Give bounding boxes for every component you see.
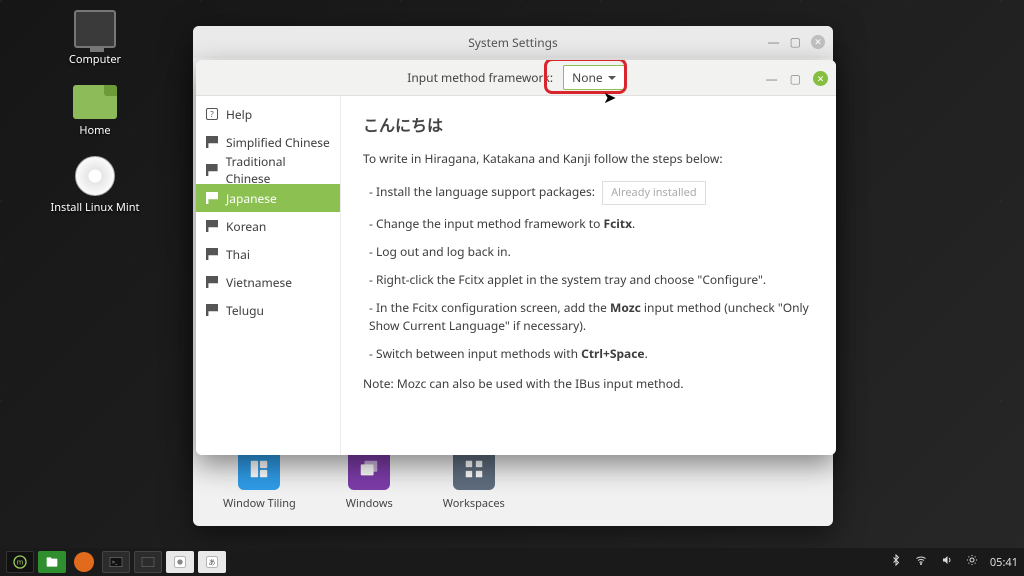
- window-titlebar[interactable]: System Settings — ▢ ✕: [193, 26, 833, 58]
- desktop-icon-home[interactable]: Home: [20, 85, 170, 138]
- folder-icon: [73, 85, 117, 119]
- flag-icon: [206, 276, 218, 288]
- volume-icon[interactable]: [940, 554, 954, 570]
- sidebar-item-thai[interactable]: Thai: [196, 240, 340, 268]
- close-button[interactable]: ✕: [813, 71, 828, 86]
- step-switch: Switch between input methods with Ctrl+S…: [369, 345, 814, 363]
- clock[interactable]: 05:41: [990, 555, 1018, 570]
- minimize-button[interactable]: —: [768, 33, 780, 50]
- input-method-window: Input method framework: None — ▢ ✕ ? Hel…: [196, 60, 836, 455]
- content-intro: To write in Hiragana, Katakana and Kanji…: [363, 150, 814, 169]
- step-change-framework: Change the input method framework to Fci…: [369, 215, 814, 233]
- svg-text:m: m: [17, 558, 24, 568]
- wifi-icon[interactable]: [914, 554, 928, 570]
- tile-label: Workspaces: [443, 496, 505, 511]
- step-logout: Log out and log back in.: [369, 243, 814, 261]
- computer-icon: [74, 10, 116, 48]
- im-body: ? Help Simplified Chinese Traditional Ch…: [196, 96, 836, 455]
- sidebar-item-traditional-chinese[interactable]: Traditional Chinese: [196, 156, 340, 184]
- sidebar-item-label: Vietnamese: [226, 274, 292, 291]
- maximize-button[interactable]: ▢: [790, 70, 801, 87]
- desktop: Computer Home Install Linux Mint System …: [0, 0, 1024, 576]
- sidebar-item-japanese[interactable]: Japanese: [196, 184, 340, 212]
- start-menu-button[interactable]: m: [6, 551, 34, 573]
- sidebar-item-label: Help: [226, 106, 252, 123]
- tile-window-tiling[interactable]: Window Tiling: [223, 448, 296, 511]
- panel-files-button[interactable]: [38, 551, 66, 573]
- content-note: Note: Mozc can also be used with the IBu…: [363, 375, 814, 394]
- desktop-icon-computer[interactable]: Computer: [20, 10, 170, 67]
- svg-text:あ: あ: [209, 558, 216, 567]
- sidebar-item-label: Simplified Chinese: [226, 134, 330, 151]
- content-steps: Install the language support packages: A…: [369, 181, 814, 364]
- maximize-button[interactable]: ▢: [790, 33, 801, 50]
- brightness-icon[interactable]: [966, 554, 978, 570]
- close-button[interactable]: ✕: [811, 35, 825, 49]
- step-install-packages: Install the language support packages: A…: [369, 181, 814, 206]
- sidebar-item-label: Korean: [226, 218, 266, 235]
- window-controls: — ▢ ✕: [766, 70, 828, 87]
- content-heading: こんにちは: [363, 112, 814, 136]
- language-sidebar: ? Help Simplified Chinese Traditional Ch…: [196, 96, 341, 455]
- chevron-down-icon: [608, 76, 616, 80]
- flag-icon: [206, 164, 218, 176]
- framework-dropdown-value: None: [572, 69, 603, 86]
- bluetooth-icon[interactable]: [890, 554, 902, 570]
- sidebar-item-vietnamese[interactable]: Vietnamese: [196, 268, 340, 296]
- tile-windows[interactable]: Windows: [346, 448, 393, 511]
- flag-icon: [206, 248, 218, 260]
- panel-terminal-button[interactable]: >_: [102, 551, 130, 573]
- window-title: System Settings: [468, 34, 558, 51]
- sidebar-item-help[interactable]: ? Help: [196, 100, 340, 128]
- sidebar-item-korean[interactable]: Korean: [196, 212, 340, 240]
- sidebar-item-label: Traditional Chinese: [226, 153, 330, 187]
- panel-task-systemsettings[interactable]: [166, 551, 194, 573]
- desktop-icon-install[interactable]: Install Linux Mint: [20, 156, 170, 215]
- panel-firefox-button[interactable]: [70, 551, 98, 573]
- sidebar-item-telugu[interactable]: Telugu: [196, 296, 340, 324]
- firefox-icon: [74, 552, 94, 572]
- sidebar-item-simplified-chinese[interactable]: Simplified Chinese: [196, 128, 340, 156]
- im-content: こんにちは To write in Hiragana, Katakana and…: [341, 96, 836, 455]
- panel-task-settings[interactable]: [134, 551, 162, 573]
- help-icon: ?: [206, 108, 218, 120]
- panel-task-inputmethod[interactable]: あ: [198, 551, 226, 573]
- desktop-icon-label: Home: [79, 123, 110, 138]
- svg-text:>_: >_: [112, 558, 118, 566]
- step-add-mozc: In the Fcitx configuration screen, add t…: [369, 299, 814, 335]
- tile-label: Windows: [346, 496, 393, 511]
- framework-dropdown[interactable]: None: [563, 65, 625, 90]
- flag-icon: [206, 192, 218, 204]
- desktop-icon-label: Computer: [69, 52, 121, 67]
- flag-icon: [206, 304, 218, 316]
- desktop-icon-area: Computer Home Install Linux Mint: [20, 10, 170, 233]
- framework-label: Input method framework:: [407, 69, 553, 86]
- tile-label: Window Tiling: [223, 496, 296, 511]
- minimize-button[interactable]: —: [766, 70, 778, 87]
- sidebar-item-label: Thai: [226, 246, 250, 263]
- taskbar: m >_ あ: [0, 548, 1024, 576]
- sidebar-item-label: Telugu: [226, 302, 264, 319]
- window-controls: — ▢ ✕: [768, 33, 825, 50]
- flag-icon: [206, 220, 218, 232]
- settings-tiles-row: Window Tiling Windows Workspaces: [223, 448, 505, 511]
- im-header: Input method framework: None — ▢ ✕: [196, 60, 836, 96]
- flag-icon: [206, 136, 218, 148]
- desktop-icon-label: Install Linux Mint: [51, 200, 140, 215]
- step-configure-applet: Right-click the Fcitx applet in the syst…: [369, 271, 814, 289]
- disc-icon: [75, 156, 115, 196]
- already-installed-button[interactable]: Already installed: [602, 181, 706, 206]
- tile-workspaces[interactable]: Workspaces: [443, 448, 505, 511]
- system-tray: 05:41: [890, 554, 1018, 570]
- sidebar-item-label: Japanese: [226, 190, 277, 207]
